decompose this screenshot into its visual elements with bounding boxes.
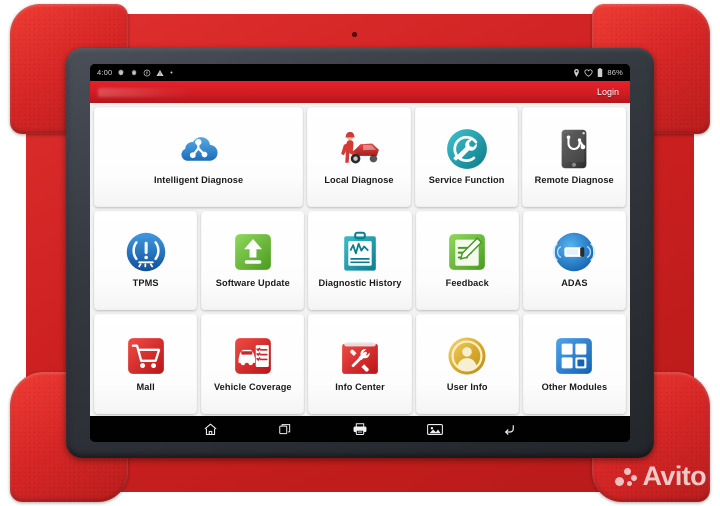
document-pencil-icon	[445, 230, 489, 274]
mechanic-car-icon	[337, 127, 381, 171]
car-checklist-icon	[231, 334, 275, 378]
app-tile-info-center[interactable]: Info Center	[308, 314, 412, 415]
dot-icon	[169, 70, 174, 75]
app-grid-row: Mall Vehicle Coverage Info Center User I…	[94, 314, 627, 415]
app-tile-label: User Info	[446, 382, 488, 393]
app-tile-label: TPMS	[132, 278, 159, 289]
clipboard-waveform-icon	[338, 230, 382, 274]
wrench-refresh-icon	[445, 127, 489, 171]
front-camera-dot	[352, 32, 357, 37]
app-tile-adas[interactable]: ADAS	[522, 210, 627, 311]
upload-arrow-icon	[231, 230, 275, 274]
gear-icon	[117, 68, 125, 77]
user-coin-icon	[445, 334, 489, 378]
app-tile-intelligent-diagnose[interactable]: Intelligent Diagnose	[94, 107, 304, 207]
app-tile-label: Info Center	[335, 382, 385, 393]
app-tile-tpms[interactable]: TPMS	[94, 210, 198, 311]
brand-logo	[98, 87, 194, 97]
app-tile-label: Local Diagnose	[324, 174, 394, 185]
app-tile-label: Software Update	[215, 278, 290, 289]
app-tile-service-function[interactable]: Service Function	[414, 107, 519, 207]
app-tile-label: Service Function	[428, 174, 505, 185]
tire-pressure-icon	[124, 230, 168, 274]
device-frame: 4:00 86% Login Intelligent Diagnose Loca…	[8, 4, 712, 502]
heart-icon	[584, 68, 593, 77]
login-button[interactable]: Login	[594, 86, 622, 98]
battery-percent-label: 86%	[607, 68, 623, 77]
app-tile-label: Feedback	[445, 278, 489, 289]
warning-triangle-icon	[156, 69, 164, 77]
shopping-cart-icon	[124, 334, 168, 378]
app-tile-local-diagnose[interactable]: Local Diagnose	[307, 107, 411, 207]
app-tile-label: Mall	[136, 382, 155, 393]
app-tile-label: Vehicle Coverage	[213, 382, 292, 393]
app-tile-label: Diagnostic History	[318, 278, 402, 289]
tablet-stethoscope-icon	[552, 127, 596, 171]
app-tile-mall[interactable]: Mall	[94, 314, 198, 415]
app-header: Login	[90, 81, 630, 103]
avito-wordmark: Avito	[642, 461, 707, 491]
app-tile-label: Other Modules	[541, 382, 608, 393]
avito-watermark: Avito	[614, 461, 707, 491]
app-tile-diagnostic-history[interactable]: Diagnostic History	[308, 210, 412, 311]
tools-folder-icon	[338, 334, 382, 378]
screenshot-image-icon[interactable]	[425, 419, 445, 439]
app-tile-remote-diagnose[interactable]: Remote Diagnose	[522, 107, 627, 207]
location-pin-icon	[573, 68, 580, 77]
app-tile-feedback[interactable]: Feedback	[415, 210, 519, 311]
recent-apps-icon[interactable]	[275, 419, 295, 439]
app-tile-label: ADAS	[561, 278, 588, 289]
app-tile-vehicle-coverage[interactable]: Vehicle Coverage	[201, 314, 305, 415]
app-grid-row: TPMS Software Update Diagnostic History …	[94, 210, 627, 311]
printer-icon[interactable]	[350, 419, 370, 439]
app-grid-row: Intelligent Diagnose Local Diagnose Serv…	[94, 107, 627, 207]
gear-icon	[130, 69, 138, 77]
home-app-grid: Intelligent Diagnose Local Diagnose Serv…	[90, 103, 630, 416]
status-bar-clock: 4:00	[97, 68, 113, 77]
app-tile-software-update[interactable]: Software Update	[201, 210, 305, 311]
car-radar-icon	[552, 230, 596, 274]
status-bar: 4:00 86%	[90, 64, 630, 81]
app-tile-label: Remote Diagnose	[534, 174, 614, 185]
app-tile-label: Intelligent Diagnose	[153, 174, 244, 185]
tablet-screen: 4:00 86% Login Intelligent Diagnose Loca…	[90, 64, 630, 442]
app-tile-user-info[interactable]: User Info	[415, 314, 519, 415]
home-icon[interactable]	[201, 419, 221, 439]
cloud-network-icon	[177, 127, 221, 171]
back-arrow-icon[interactable]	[499, 419, 519, 439]
grid-squares-icon	[552, 334, 596, 378]
android-navigation-bar	[90, 416, 630, 442]
avito-logo-icon	[614, 466, 639, 488]
app-tile-other-modules[interactable]: Other Modules	[522, 314, 627, 415]
battery-icon	[597, 68, 603, 77]
circle-badge-icon	[143, 69, 151, 77]
